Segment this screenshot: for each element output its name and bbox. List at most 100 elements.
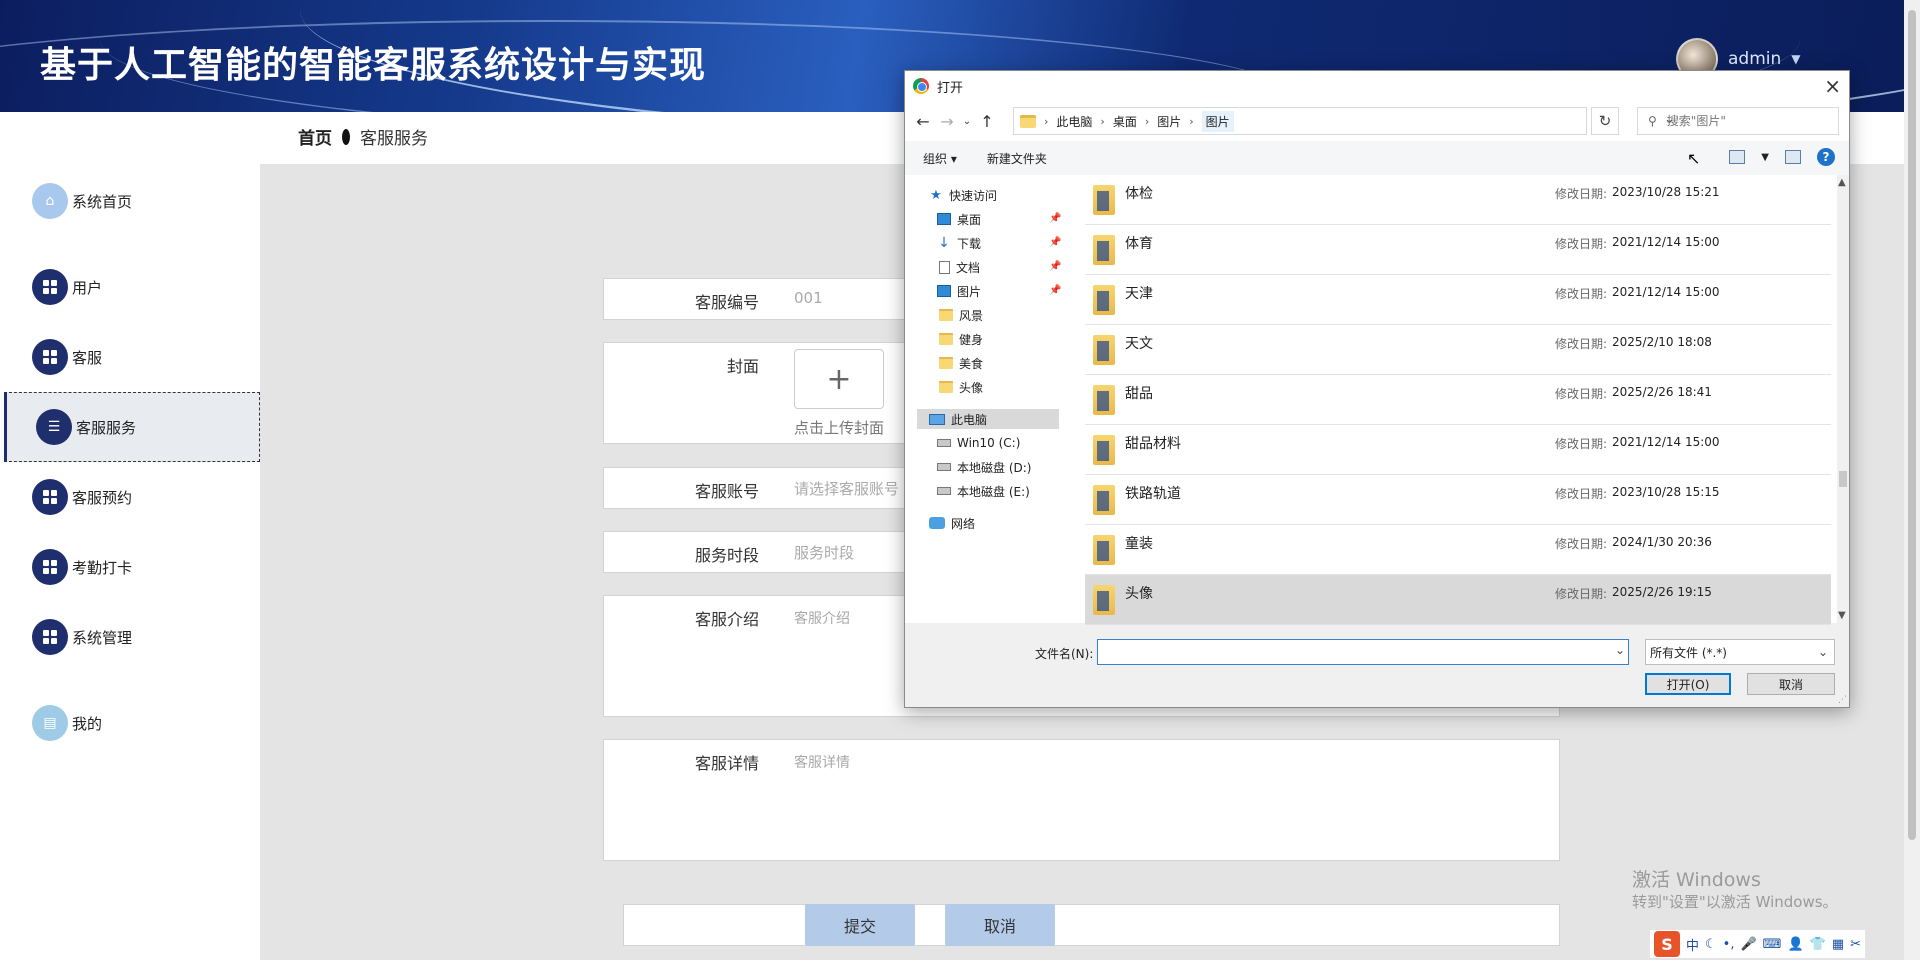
file-row[interactable]: 童装 修改日期: 2024/1/30 20:36 — [1085, 525, 1831, 575]
sogou-logo-icon[interactable]: S — [1654, 931, 1680, 957]
folder-icon — [1093, 235, 1115, 265]
service-no-input[interactable]: 001 — [794, 289, 823, 307]
tree-item-folder[interactable]: 头像 — [939, 377, 983, 397]
tree-item-desktop[interactable]: 桌面 — [937, 209, 981, 229]
help-icon[interactable]: ? — [1817, 148, 1835, 166]
scroll-up-icon[interactable]: ▲ — [1838, 177, 1846, 188]
upload-cover-button[interactable]: + — [794, 349, 884, 409]
page-scrollbar[interactable] — [1904, 0, 1920, 960]
sidebar-item-service[interactable]: ☰ 客服服务 — [4, 392, 260, 462]
tree-item-drive[interactable]: 本地磁盘 (D:) — [937, 457, 1031, 477]
tree-item-folder[interactable]: 健身 — [939, 329, 983, 349]
moon-icon[interactable]: ☾ — [1705, 937, 1717, 952]
file-type-select[interactable]: 所有文件 (*.*) ⌄ — [1645, 639, 1835, 665]
address-crumb[interactable]: 图片 — [1157, 113, 1181, 130]
time-slot-input[interactable]: 服务时段 — [794, 542, 854, 563]
home-icon: ⌂ — [32, 183, 68, 219]
sidebar-item-system[interactable]: 系统管理 — [0, 602, 260, 672]
folder-icon — [1093, 185, 1115, 215]
scrollbar-thumb[interactable] — [1839, 471, 1847, 487]
recent-chevron-icon[interactable]: ⌄ — [959, 116, 975, 127]
chevron-down-icon[interactable]: ▼ — [1791, 52, 1800, 66]
address-bar-area: ← → ⌄ ↑ › 此电脑 › 桌面 › 图片 › 图片 ⌄ ↻ ⚲ — [905, 101, 1849, 141]
grid-icon — [32, 339, 68, 375]
file-row[interactable]: 体育 修改日期: 2021/12/14 15:00 — [1085, 225, 1831, 275]
address-crumb-current[interactable]: 图片 — [1201, 110, 1234, 132]
file-row[interactable]: 天文 修改日期: 2025/2/10 18:08 — [1085, 325, 1831, 375]
sidebar-item-mine[interactable]: ▤ 我的 — [0, 688, 260, 758]
file-date: 2023/10/28 15:15 — [1612, 485, 1720, 499]
address-bar[interactable]: › 此电脑 › 桌面 › 图片 › 图片 ⌄ — [1013, 107, 1675, 135]
sidebar: ⌂ 系统首页 用户 客服 ☰ 客服服务 客服预约 考勤打卡 系统管理 ▤ 我的 — [0, 112, 260, 960]
address-crumb[interactable]: 此电脑 — [1056, 113, 1092, 130]
tree-item-folder[interactable]: 风景 — [939, 305, 983, 325]
file-row[interactable]: 甜品 修改日期: 2025/2/26 18:41 — [1085, 375, 1831, 425]
tree-item-network[interactable]: 网络 — [929, 513, 975, 533]
new-folder-button[interactable]: 新建文件夹 — [987, 150, 1047, 167]
chevron-down-icon[interactable]: ⌄ — [1615, 643, 1625, 657]
user-name[interactable]: admin — [1728, 49, 1781, 69]
back-arrow-icon[interactable]: ← — [911, 112, 935, 131]
file-date: 2023/10/28 15:21 — [1612, 185, 1720, 199]
keyboard-icon[interactable]: ⌨ — [1763, 937, 1782, 952]
apps-icon[interactable]: ▦ — [1832, 937, 1844, 952]
tree-item-this-pc[interactable]: 此电脑 — [917, 409, 1059, 429]
dialog-titlebar[interactable]: 打开 × — [905, 71, 1849, 101]
punctuation-icon[interactable]: •, — [1723, 937, 1735, 952]
tree-item-quick-access[interactable]: ★ 快速访问 — [929, 185, 997, 205]
button-row — [623, 904, 1560, 946]
tree-item-label: 健身 — [959, 332, 984, 347]
tree-item-label: 风景 — [959, 308, 984, 323]
tree-item-folder[interactable]: 美食 — [939, 353, 983, 373]
tree-item-drive[interactable]: Win10 (C:) — [937, 433, 1020, 453]
organize-button[interactable]: 组织 ▾ — [923, 150, 957, 167]
sidebar-item-agents[interactable]: 客服 — [0, 322, 260, 392]
tree-item-downloads[interactable]: ↓ 下载 — [937, 233, 981, 253]
dialog-cancel-button[interactable]: 取消 — [1747, 673, 1835, 695]
tree-item-pictures[interactable]: 图片 — [937, 281, 981, 301]
breadcrumb-home[interactable]: 首页 — [298, 124, 332, 149]
tools-icon[interactable]: ✂ — [1850, 937, 1861, 952]
ime-mode[interactable]: 中 — [1686, 935, 1699, 954]
resize-grip-icon[interactable]: ⋰ — [1838, 695, 1847, 705]
forward-arrow-icon[interactable]: → — [935, 112, 959, 131]
file-name: 甜品材料 — [1125, 436, 1181, 452]
user-icon[interactable]: 👤 — [1787, 937, 1803, 952]
file-row[interactable]: 体检 修改日期: 2023/10/28 15:21 — [1085, 175, 1831, 225]
detail-textarea[interactable]: 客服详情 — [794, 752, 850, 772]
date-label: 修改日期: — [1555, 287, 1608, 301]
search-box[interactable]: ⚲ — [1637, 107, 1839, 135]
skin-icon[interactable]: 👕 — [1810, 937, 1826, 952]
account-select[interactable]: 请选择客服账号 — [794, 478, 899, 499]
intro-textarea[interactable]: 客服介绍 — [794, 608, 850, 628]
tree-item-documents[interactable]: 文档 — [939, 257, 980, 277]
address-crumb[interactable]: 桌面 — [1113, 113, 1137, 130]
open-button[interactable]: 打开(O) — [1645, 673, 1731, 695]
file-row[interactable]: 铁路轨道 修改日期: 2023/10/28 15:15 — [1085, 475, 1831, 525]
submit-button[interactable]: 提交 — [805, 904, 915, 946]
close-icon[interactable]: × — [1824, 74, 1841, 98]
breadcrumb: 首页 客服服务 — [298, 124, 428, 149]
sidebar-item-users[interactable]: 用户 — [0, 252, 260, 322]
sidebar-item-booking[interactable]: 客服预约 — [0, 462, 260, 532]
view-options-icon[interactable] — [1729, 150, 1746, 164]
refresh-icon[interactable]: ↻ — [1591, 107, 1619, 135]
file-row[interactable]: 甜品材料 修改日期: 2021/12/14 15:00 — [1085, 425, 1831, 475]
tree-item-drive[interactable]: 本地磁盘 (E:) — [937, 481, 1030, 501]
cancel-button[interactable]: 取消 — [945, 904, 1055, 946]
sidebar-item-home[interactable]: ⌂ 系统首页 — [0, 166, 260, 236]
file-list-scrollbar[interactable]: ▲ ▼ — [1837, 175, 1849, 623]
up-arrow-icon[interactable]: ↑ — [975, 112, 999, 131]
sidebar-item-attendance[interactable]: 考勤打卡 — [0, 532, 260, 602]
preview-pane-icon[interactable] — [1785, 150, 1801, 164]
scroll-down-icon[interactable]: ▼ — [1838, 610, 1846, 621]
file-row[interactable]: 天津 修改日期: 2021/12/14 15:00 — [1085, 275, 1831, 325]
filename-input[interactable] — [1097, 639, 1629, 665]
mic-icon[interactable]: 🎤 — [1740, 937, 1756, 952]
grid-icon — [32, 269, 68, 305]
scrollbar-thumb[interactable] — [1908, 10, 1916, 840]
file-row-selected[interactable]: 头像 修改日期: 2025/2/26 19:15 — [1085, 575, 1831, 625]
chevron-down-icon[interactable]: ▼ — [1761, 152, 1769, 163]
dialog-title: 打开 — [937, 80, 964, 96]
search-input[interactable] — [1666, 114, 1827, 128]
